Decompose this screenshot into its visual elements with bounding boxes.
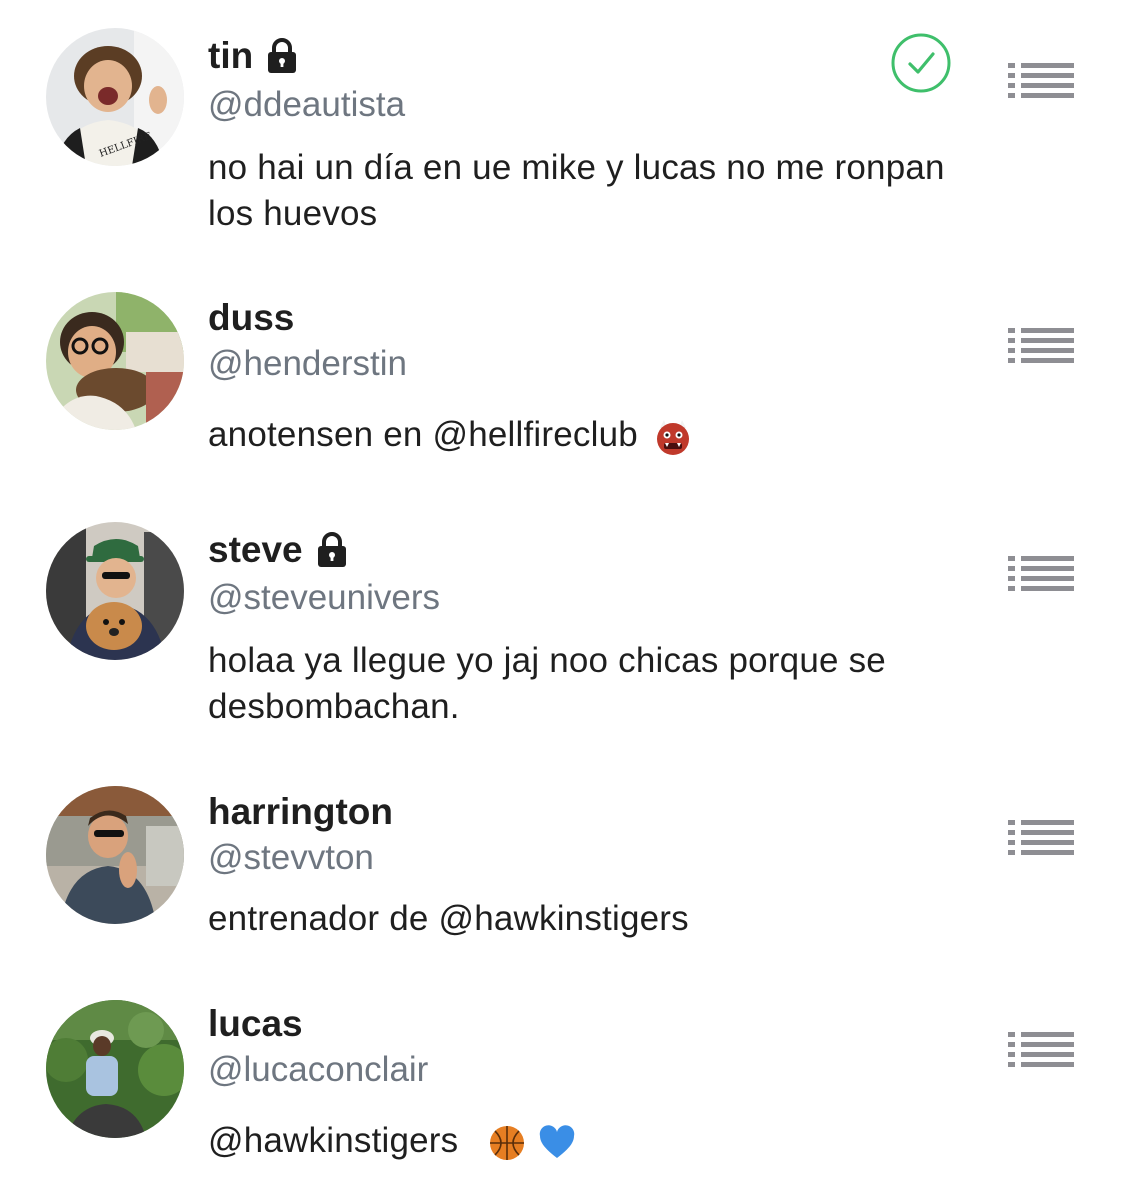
account-name-label: lucas	[208, 1003, 303, 1044]
account-name-label: duss	[208, 297, 295, 338]
account-row-duss[interactable]: duss @henderstin anotensen en @hellfirec…	[0, 260, 1128, 500]
account-row-harrington[interactable]: harrington @stevvton entrenador de @hawk…	[0, 770, 1128, 990]
account-handle: @ddeautista	[208, 85, 406, 124]
lock-icon	[317, 532, 346, 567]
account-name: steve	[208, 528, 351, 572]
account-name-label: tin	[208, 35, 254, 76]
account-handle: @lucaconclair	[208, 1050, 429, 1089]
account-bio-text: @hawkinstigers	[208, 1121, 459, 1160]
reorder-list-icon[interactable]	[1008, 818, 1074, 858]
basketball-emoji	[490, 1125, 525, 1160]
account-name: duss	[208, 296, 294, 340]
account-handle: @steveunivers	[208, 578, 441, 617]
account-row-lucas[interactable]: lucas @lucaconclair @hawkinstigers	[0, 990, 1128, 1200]
account-name: harrington	[208, 790, 393, 834]
account-bio: entrenador de @hawkinstigers	[208, 896, 968, 942]
ogre-emoji	[656, 419, 689, 455]
avatar[interactable]	[46, 522, 184, 660]
account-bio-text: anotensen en @hellfireclub	[208, 415, 638, 454]
reorder-list-icon[interactable]	[1008, 326, 1074, 366]
account-bio-text: entrenador de @hawkinstigers	[208, 899, 689, 938]
blue-heart-emoji	[540, 1125, 575, 1158]
account-row-tin[interactable]: HELLFIRE tin @ddeautista no hai un día e…	[0, 0, 1128, 260]
account-handle: @henderstin	[208, 344, 407, 383]
account-name: lucas	[208, 1002, 303, 1046]
account-name: tin	[208, 34, 301, 78]
avatar[interactable]	[46, 786, 184, 924]
reorder-list-icon[interactable]	[1008, 554, 1074, 594]
avatar[interactable]	[46, 1000, 184, 1138]
account-bio-text: no hai un día en ue mike y lucas no me r…	[208, 148, 945, 233]
account-bio-text: holaa ya llegue yo jaj noo chicas porque…	[208, 641, 886, 726]
account-name-label: harrington	[208, 791, 393, 832]
account-row-steve[interactable]: steve @steveunivers holaa ya llegue yo j…	[0, 500, 1128, 770]
account-name-label: steve	[208, 529, 303, 570]
reorder-list-icon[interactable]	[1008, 61, 1074, 101]
account-handle: @stevvton	[208, 838, 374, 877]
avatar[interactable]: HELLFIRE	[46, 28, 184, 166]
reorder-list-icon[interactable]	[1008, 1030, 1074, 1070]
account-bio: no hai un día en ue mike y lucas no me r…	[208, 145, 968, 237]
avatar[interactable]	[46, 292, 184, 430]
lock-icon	[268, 38, 297, 73]
account-bio: anotensen en @hellfireclub	[208, 412, 968, 458]
account-bio: holaa ya llegue yo jaj noo chicas porque…	[208, 638, 968, 730]
account-bio: @hawkinstigers	[208, 1118, 968, 1164]
selected-check-icon[interactable]	[890, 32, 952, 94]
